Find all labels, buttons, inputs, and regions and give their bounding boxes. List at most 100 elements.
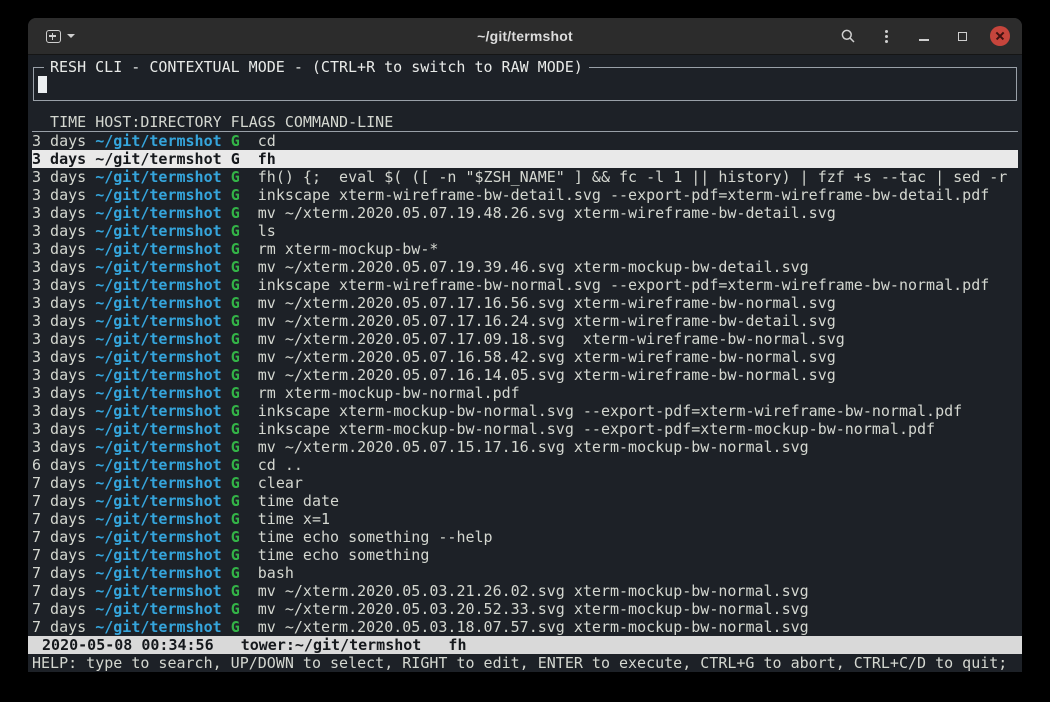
row-directory: ~/git/termshot: [95, 492, 230, 510]
row-command: inkscape xterm-wireframe-bw-normal.svg -…: [258, 276, 990, 294]
row-time: 3 days: [32, 222, 95, 240]
row-flags: G: [231, 366, 258, 384]
row-directory: ~/git/termshot: [95, 582, 230, 600]
row-flags: G: [231, 132, 258, 150]
row-flags: G: [231, 312, 258, 330]
row-directory: ~/git/termshot: [95, 474, 230, 492]
row-directory: ~/git/termshot: [95, 420, 230, 438]
history-row[interactable]: 3 days ~/git/termshot G inkscape xterm-w…: [32, 186, 1018, 204]
row-time: 7 days: [32, 528, 95, 546]
row-flags: G: [231, 420, 258, 438]
history-row[interactable]: 3 days ~/git/termshot G mv ~/xterm.2020.…: [32, 258, 1018, 276]
row-time: 7 days: [32, 474, 95, 492]
history-row[interactable]: 7 days ~/git/termshot G clear: [32, 474, 1018, 492]
row-time: 3 days: [32, 150, 95, 168]
row-directory: ~/git/termshot: [95, 168, 230, 186]
row-command: mv ~/xterm.2020.05.07.19.48.26.svg xterm…: [258, 204, 836, 222]
history-row[interactable]: 7 days ~/git/termshot G time echo someth…: [32, 528, 1018, 546]
row-command: cd ..: [258, 456, 303, 474]
row-command: inkscape xterm-mockup-bw-normal.svg --ex…: [258, 420, 935, 438]
history-row[interactable]: 3 days ~/git/termshot G rm xterm-mockup-…: [32, 240, 1018, 258]
menu-button[interactable]: [876, 26, 896, 46]
history-row[interactable]: 3 days ~/git/termshot G inkscape xterm-m…: [32, 420, 1018, 438]
row-directory: ~/git/termshot: [95, 564, 230, 582]
row-command: mv ~/xterm.2020.05.03.18.07.57.svg xterm…: [258, 618, 809, 636]
row-flags: G: [231, 384, 258, 402]
history-row[interactable]: 7 days ~/git/termshot G time date: [32, 492, 1018, 510]
row-time: 7 days: [32, 618, 95, 636]
row-command: inkscape xterm-mockup-bw-normal.svg --ex…: [258, 402, 962, 420]
row-command: mv ~/xterm.2020.05.07.19.39.46.svg xterm…: [258, 258, 809, 276]
search-input[interactable]: RESH CLI - CONTEXTUAL MODE - (CTRL+R to …: [33, 67, 1017, 101]
row-flags: G: [231, 240, 258, 258]
history-row[interactable]: 7 days ~/git/termshot G bash: [32, 564, 1018, 582]
row-command: ls: [258, 222, 276, 240]
row-time: 7 days: [32, 510, 95, 528]
row-command: time echo something --help: [258, 528, 493, 546]
history-row[interactable]: 3 days ~/git/termshot G mv ~/xterm.2020.…: [32, 294, 1018, 312]
history-row[interactable]: 3 days ~/git/termshot G inkscape xterm-m…: [32, 402, 1018, 420]
history-row[interactable]: 6 days ~/git/termshot G cd ..: [32, 456, 1018, 474]
row-time: 3 days: [32, 438, 95, 456]
close-button[interactable]: [990, 26, 1010, 46]
history-row[interactable]: 7 days ~/git/termshot G mv ~/xterm.2020.…: [32, 618, 1018, 636]
history-row[interactable]: 3 days ~/git/termshot G rm xterm-mockup-…: [32, 384, 1018, 402]
row-time: 3 days: [32, 312, 95, 330]
minimize-button[interactable]: [914, 26, 934, 46]
terminal-window: ~/git/termshot RESH CLI - CONTEXTUAL MOD…: [28, 18, 1022, 672]
text-cursor: [38, 76, 47, 93]
help-line: HELP: type to search, UP/DOWN to select,…: [32, 654, 1018, 672]
row-directory: ~/git/termshot: [95, 528, 230, 546]
history-row[interactable]: 3 days ~/git/termshot G mv ~/xterm.2020.…: [32, 438, 1018, 456]
row-time: 7 days: [32, 492, 95, 510]
row-flags: G: [231, 492, 258, 510]
history-row[interactable]: 3 days ~/git/termshot G mv ~/xterm.2020.…: [32, 366, 1018, 384]
row-flags: G: [231, 546, 258, 564]
history-row[interactable]: 7 days ~/git/termshot G time x=1: [32, 510, 1018, 528]
row-directory: ~/git/termshot: [95, 456, 230, 474]
history-row[interactable]: 7 days ~/git/termshot G time echo someth…: [32, 546, 1018, 564]
row-flags: G: [231, 528, 258, 546]
history-row[interactable]: 3 days ~/git/termshot G mv ~/xterm.2020.…: [32, 330, 1018, 348]
row-directory: ~/git/termshot: [95, 222, 230, 240]
row-directory: ~/git/termshot: [95, 384, 230, 402]
restore-button[interactable]: [952, 26, 972, 46]
row-time: 7 days: [32, 546, 95, 564]
row-command: clear: [258, 474, 303, 492]
row-command: mv ~/xterm.2020.05.07.15.17.16.svg xterm…: [258, 438, 809, 456]
row-flags: G: [231, 510, 258, 528]
history-row[interactable]: 3 days ~/git/termshot G mv ~/xterm.2020.…: [32, 312, 1018, 330]
row-command: inkscape xterm-wireframe-bw-detail.svg -…: [258, 186, 990, 204]
row-flags: G: [231, 294, 258, 312]
row-command: cd: [258, 132, 276, 150]
new-tab-button[interactable]: [40, 26, 81, 47]
history-row[interactable]: 3 days ~/git/termshot G ls: [32, 222, 1018, 240]
row-time: 3 days: [32, 132, 95, 150]
table-header: TIME HOST:DIRECTORY FLAGS COMMAND-LINE: [32, 113, 1018, 132]
new-tab-icon: [46, 30, 61, 43]
row-time: 3 days: [32, 294, 95, 312]
history-row-selected[interactable]: 3 days ~/git/termshot G fh: [32, 150, 1018, 168]
chevron-down-icon: [67, 34, 75, 38]
row-directory: ~/git/termshot: [95, 348, 230, 366]
history-row[interactable]: 3 days ~/git/termshot G mv ~/xterm.2020.…: [32, 204, 1018, 222]
row-command: mv ~/xterm.2020.05.07.17.09.18.svg xterm…: [258, 330, 845, 348]
titlebar-right: [810, 26, 1010, 46]
history-row[interactable]: 3 days ~/git/termshot G mv ~/xterm.2020.…: [32, 348, 1018, 366]
history-row[interactable]: 3 days ~/git/termshot G cd: [32, 132, 1018, 150]
history-row[interactable]: 7 days ~/git/termshot G mv ~/xterm.2020.…: [32, 582, 1018, 600]
search-button[interactable]: [838, 26, 858, 46]
titlebar-left: [40, 26, 240, 47]
row-time: 3 days: [32, 348, 95, 366]
row-time: 3 days: [32, 402, 95, 420]
row-flags: G: [231, 618, 258, 636]
row-directory: ~/git/termshot: [95, 330, 230, 348]
row-time: 7 days: [32, 600, 95, 618]
row-directory: ~/git/termshot: [95, 204, 230, 222]
history-row[interactable]: 3 days ~/git/termshot G inkscape xterm-w…: [32, 276, 1018, 294]
history-row[interactable]: 7 days ~/git/termshot G mv ~/xterm.2020.…: [32, 600, 1018, 618]
history-row[interactable]: 3 days ~/git/termshot G fh() {; eval $( …: [32, 168, 1018, 186]
row-command: fh() {; eval $( ([ -n "$ZSH_NAME" ] && f…: [258, 168, 1008, 186]
row-directory: ~/git/termshot: [95, 240, 230, 258]
row-time: 3 days: [32, 258, 95, 276]
